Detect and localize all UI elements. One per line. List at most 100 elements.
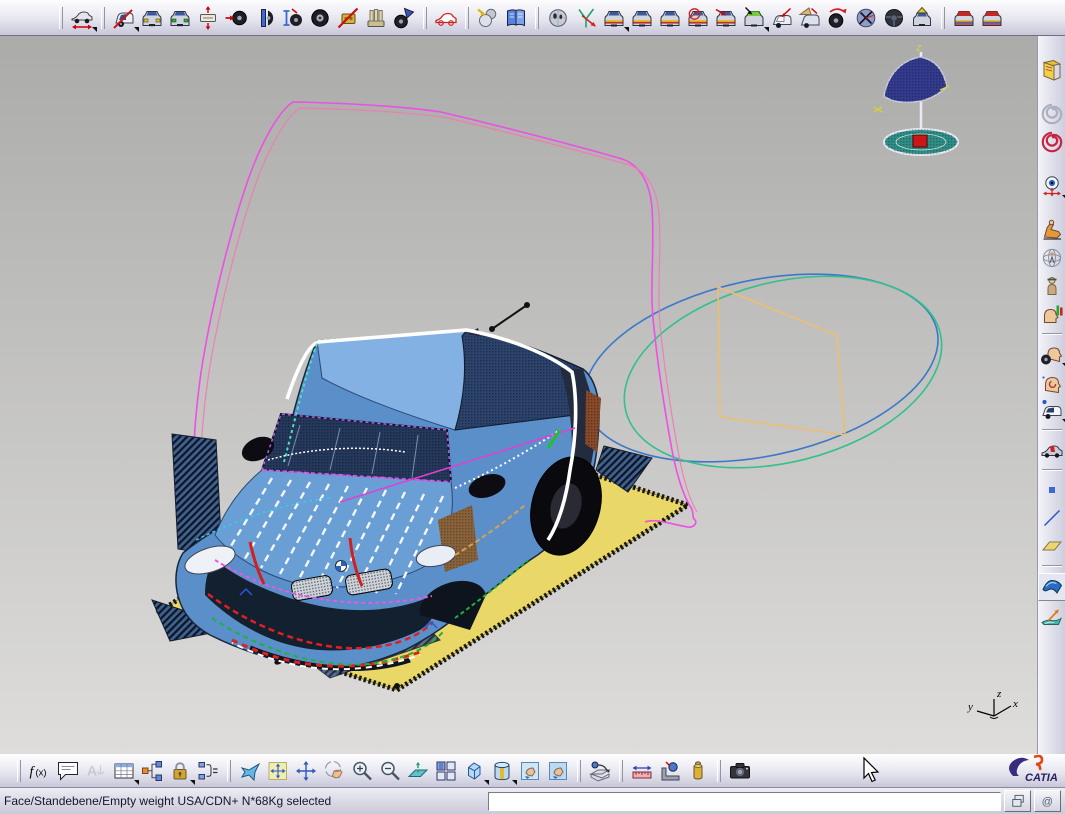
rear-visibility-b-button[interactable] <box>629 5 655 31</box>
triad-y-label: y <box>967 701 973 713</box>
update-inactive-button[interactable] <box>1039 101 1065 127</box>
grid-icon <box>112 759 136 783</box>
rotate-button[interactable] <box>321 758 347 784</box>
steering-wheel-button[interactable] <box>881 5 907 31</box>
toolbar-handle[interactable] <box>619 760 623 782</box>
wheel-barrier-button[interactable] <box>251 5 277 31</box>
toolbar-handle[interactable] <box>17 760 21 782</box>
wiper-field-button[interactable] <box>853 5 879 31</box>
license-plate-clearance-button[interactable] <box>195 5 221 31</box>
relations-button[interactable] <box>195 758 221 784</box>
comfort-analysis-button[interactable] <box>1039 301 1065 327</box>
hide-show-button[interactable] <box>517 758 543 784</box>
annotation-button[interactable] <box>55 758 81 784</box>
line-tool-button[interactable] <box>1039 505 1065 531</box>
rear-visibility-c-button[interactable] <box>657 5 683 31</box>
power-input-button[interactable]: @ <box>1034 790 1061 812</box>
pan-button[interactable] <box>293 758 319 784</box>
toolbar-handle[interactable] <box>535 7 539 29</box>
car_rear_multi-icon <box>658 6 682 30</box>
rear-view-angle-button[interactable] <box>713 5 739 31</box>
impact-zone-rear-button[interactable] <box>979 5 1005 31</box>
dropdown-arrow-icon[interactable] <box>1062 363 1065 368</box>
roof-clearance-button[interactable] <box>909 5 935 31</box>
wheel-splash-zone-button[interactable] <box>391 5 417 31</box>
render-style-button[interactable] <box>489 758 515 784</box>
catalog-browser-top-button[interactable] <box>503 5 529 31</box>
toolbar-handle[interactable] <box>101 7 105 29</box>
vehicle-profile-button[interactable] <box>433 5 459 31</box>
wheel-clearance-button[interactable] <box>279 5 305 31</box>
plane-tool-button[interactable] <box>1039 533 1065 559</box>
rear-lamps-yellow-button[interactable] <box>139 5 165 31</box>
fly-mode-button[interactable] <box>237 758 263 784</box>
zoom-out-button[interactable] <box>377 758 403 784</box>
catalog-button[interactable] <box>1039 57 1065 83</box>
windshield-vision-button[interactable] <box>769 5 795 31</box>
car_front_slash-icon <box>112 6 136 30</box>
head-turn-wheel-button[interactable] <box>1039 341 1065 367</box>
product-structure-button[interactable] <box>139 758 165 784</box>
rear-lamps-green-button[interactable] <box>167 5 193 31</box>
formula-button[interactable]: f(x) <box>27 758 53 784</box>
sightline-measure-button[interactable] <box>573 5 599 31</box>
manikin-button[interactable] <box>1039 273 1065 299</box>
impact-zone-front-button[interactable] <box>951 5 977 31</box>
viewport-3d[interactable]: z z x y <box>0 36 1037 754</box>
reach-envelope-button[interactable] <box>1039 245 1065 271</box>
tire-envelope-button[interactable] <box>307 5 333 31</box>
dropdown-arrow-icon[interactable] <box>1062 419 1065 424</box>
compass-handle[interactable] <box>913 135 927 147</box>
occupant-seat-button[interactable] <box>1039 437 1065 463</box>
wheel-envelope-button[interactable] <box>111 5 137 31</box>
side-vision-wedge-button[interactable] <box>797 5 823 31</box>
toolbar-separator <box>1042 565 1062 567</box>
mirror-field-zone-button[interactable] <box>685 5 711 31</box>
extrapolate-surface-button[interactable] <box>1039 603 1065 629</box>
dropdown-arrow-icon[interactable] <box>92 27 97 32</box>
vehicle-target-point-button[interactable] <box>1039 397 1065 423</box>
wheel-approach-button[interactable] <box>223 5 249 31</box>
design-table-button[interactable] <box>111 758 137 784</box>
toolbar-handle[interactable] <box>465 7 469 29</box>
toolbar-handle[interactable] <box>717 760 721 782</box>
head-position-button[interactable] <box>545 5 571 31</box>
toolbar-handle[interactable] <box>941 7 945 29</box>
point-tool-button[interactable] <box>1039 477 1065 503</box>
hood-visibility-button[interactable] <box>741 5 767 31</box>
zoom-in-button[interactable] <box>349 758 375 784</box>
swap-visible-space-button[interactable] <box>545 758 571 784</box>
lock-update-button[interactable] <box>167 758 193 784</box>
vehicle-dimensions-button[interactable] <box>69 5 95 31</box>
knowledge-inspector-button[interactable] <box>475 5 501 31</box>
quick-capture-button[interactable] <box>727 758 753 784</box>
normal-view-button[interactable] <box>405 758 431 784</box>
rear-visibility-a-button[interactable] <box>601 5 627 31</box>
fit-all-in-button[interactable] <box>265 758 291 784</box>
hearing-analysis-button[interactable] <box>1039 369 1065 395</box>
toolbar-handle[interactable] <box>59 7 63 29</box>
viewport-canvas[interactable]: z z x y <box>0 36 1037 754</box>
surface-tool-button[interactable] <box>1038 573 1065 601</box>
text-note-button[interactable]: A <box>83 758 109 784</box>
turntable-button[interactable] <box>587 758 613 784</box>
measure-inertia-button[interactable] <box>685 758 711 784</box>
measure-between-button[interactable] <box>629 758 655 784</box>
pedal-unit-button[interactable] <box>363 5 389 31</box>
toolbar-handle[interactable] <box>423 7 427 29</box>
isometric-view-button[interactable] <box>461 758 487 784</box>
multi-view-button[interactable] <box>433 758 459 784</box>
ground-clearance-button[interactable] <box>335 5 361 31</box>
command-input[interactable] <box>488 792 1001 811</box>
posture-evaluation-button[interactable] <box>1039 217 1065 243</box>
toolbar-handle[interactable] <box>577 760 581 782</box>
toolbar-handle[interactable] <box>227 760 231 782</box>
wheel-turning-radius-button[interactable] <box>825 5 851 31</box>
update-all-button[interactable] <box>1039 129 1065 155</box>
eye-icon <box>1040 174 1064 198</box>
vision-analysis-button[interactable] <box>1039 173 1065 199</box>
compass-z-label: z <box>915 42 922 54</box>
measure-item-button[interactable] <box>657 758 683 784</box>
dropdown-arrow-icon[interactable] <box>1062 195 1065 200</box>
doc-window-button[interactable] <box>1004 790 1031 812</box>
